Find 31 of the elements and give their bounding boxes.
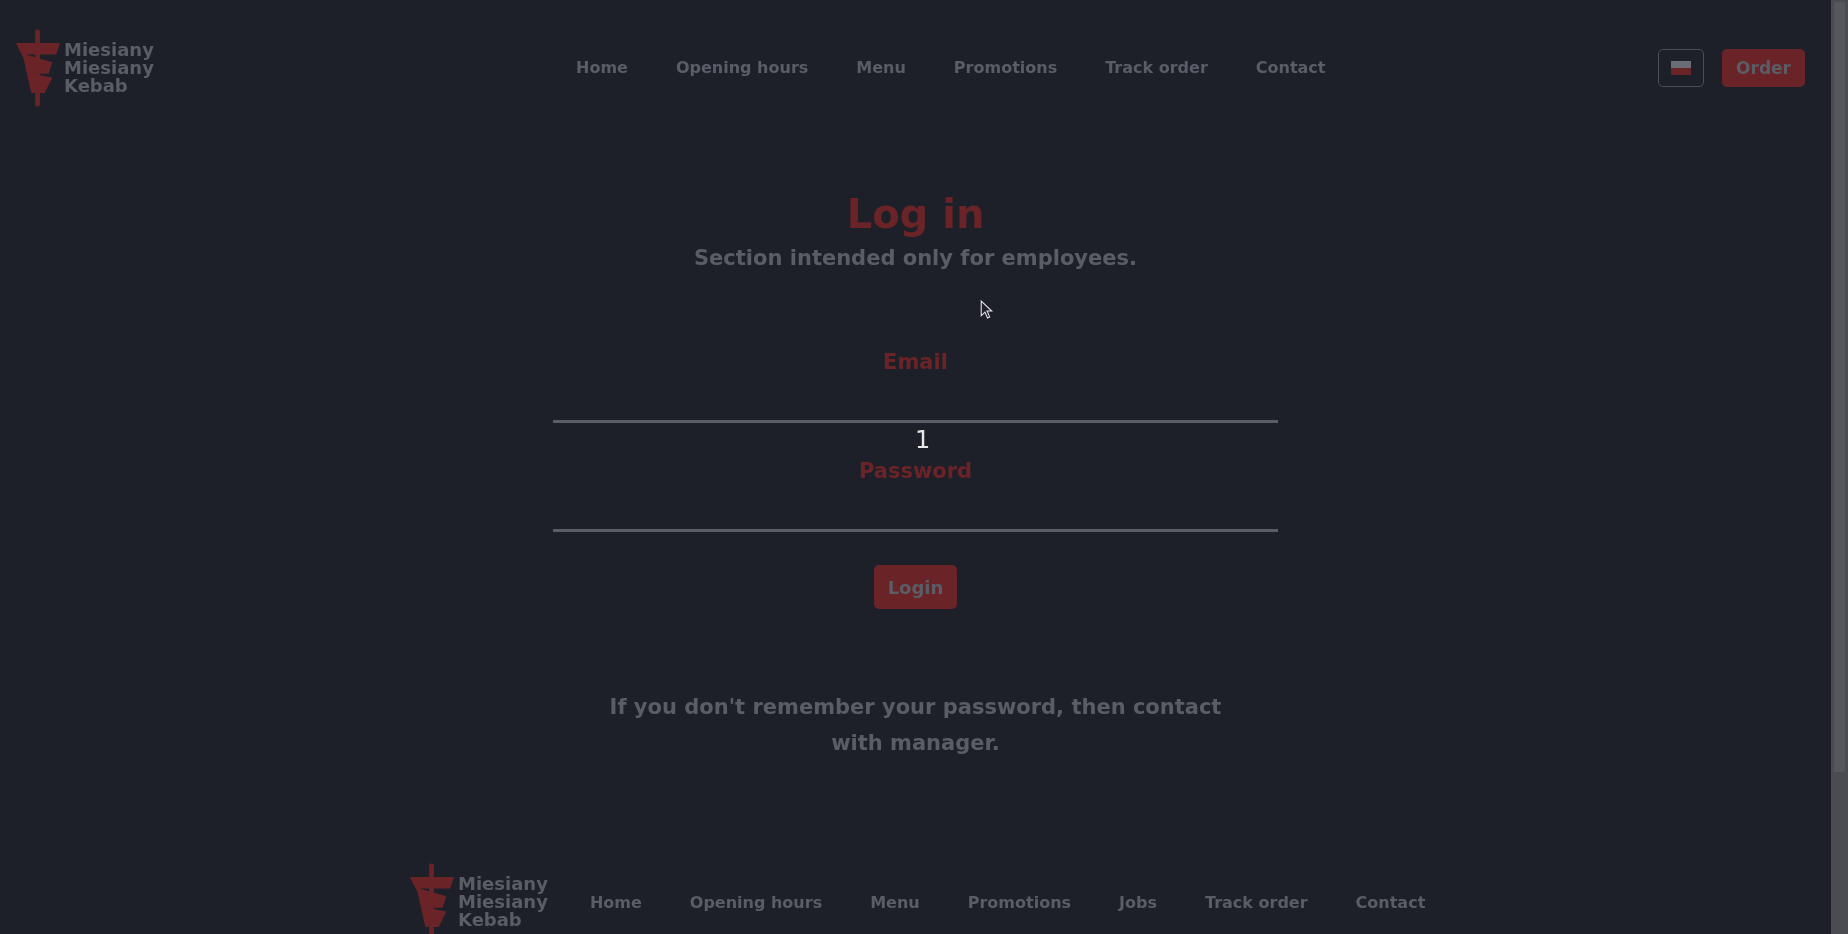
field-label: Email — [883, 350, 948, 374]
nav-link[interactable]: Promotions — [953, 58, 1058, 77]
language-button[interactable] — [1658, 48, 1705, 87]
order-button[interactable]: Order — [1722, 48, 1805, 87]
nav-link[interactable]: Contact — [1255, 58, 1326, 77]
flag-icon — [1671, 60, 1692, 75]
logo-text: Miesiany — [458, 893, 548, 911]
footer-link[interactable]: Promotions — [967, 892, 1072, 912]
footer-link[interactable]: Contact — [1355, 892, 1426, 912]
nav-link[interactable]: Track order — [1105, 58, 1208, 77]
scrollbar[interactable] — [1831, 0, 1848, 934]
logo-text: Miesiany — [64, 40, 154, 59]
kebab-logo-icon — [408, 861, 456, 934]
help-text: If you don't remember your password, then contact with manager. — [608, 694, 1223, 757]
field-label: Password — [858, 459, 973, 483]
footer-link[interactable]: Home — [589, 892, 642, 912]
nav-link[interactable]: Opening hours — [675, 58, 809, 77]
footer-link[interactable]: Menu — [870, 892, 920, 912]
footer-link[interactable]: Track order — [1204, 892, 1308, 912]
cursor-icon — [980, 300, 993, 319]
nav-link[interactable]: Menu — [856, 58, 906, 77]
login-button[interactable]: Login — [873, 565, 958, 609]
footer-link[interactable]: Opening hours — [689, 892, 823, 912]
logo-text: Kebab — [458, 911, 522, 929]
logo-text: Miesiany — [458, 875, 548, 893]
nav-link[interactable]: Home — [576, 58, 628, 77]
footer-link[interactable]: Jobs — [1119, 892, 1157, 912]
overlay-number: 1 — [915, 426, 931, 454]
subtitle: Section intended only for employees. — [694, 246, 1137, 270]
logo-text: Kebab — [64, 76, 128, 95]
page-title: Log in — [846, 190, 985, 238]
